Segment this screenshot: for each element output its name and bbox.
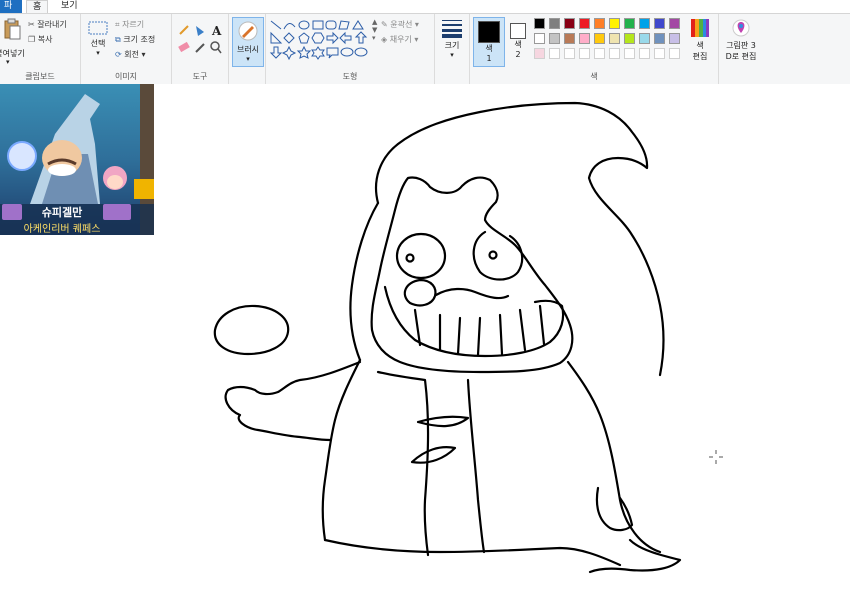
sleeve-fold-upper [416, 415, 470, 428]
robe-inner-line [466, 378, 486, 554]
robe-left [321, 358, 362, 542]
left-pupil [405, 253, 415, 263]
arm [224, 360, 362, 442]
right-pupil [488, 250, 498, 260]
sleeve-fold-lower [410, 446, 457, 464]
robe-hem [323, 538, 622, 567]
left-eye [395, 232, 447, 280]
mustache [434, 287, 510, 300]
right-foot [588, 538, 682, 574]
right-eye [472, 230, 524, 281]
crosshair-cursor [709, 450, 723, 464]
orb [213, 304, 290, 356]
robe-right [566, 360, 662, 554]
nose [403, 278, 437, 307]
right-hand [595, 486, 634, 532]
grin-outline [383, 285, 565, 358]
freehand-wizard-drawing [213, 101, 723, 574]
hood-inner [370, 176, 574, 374]
